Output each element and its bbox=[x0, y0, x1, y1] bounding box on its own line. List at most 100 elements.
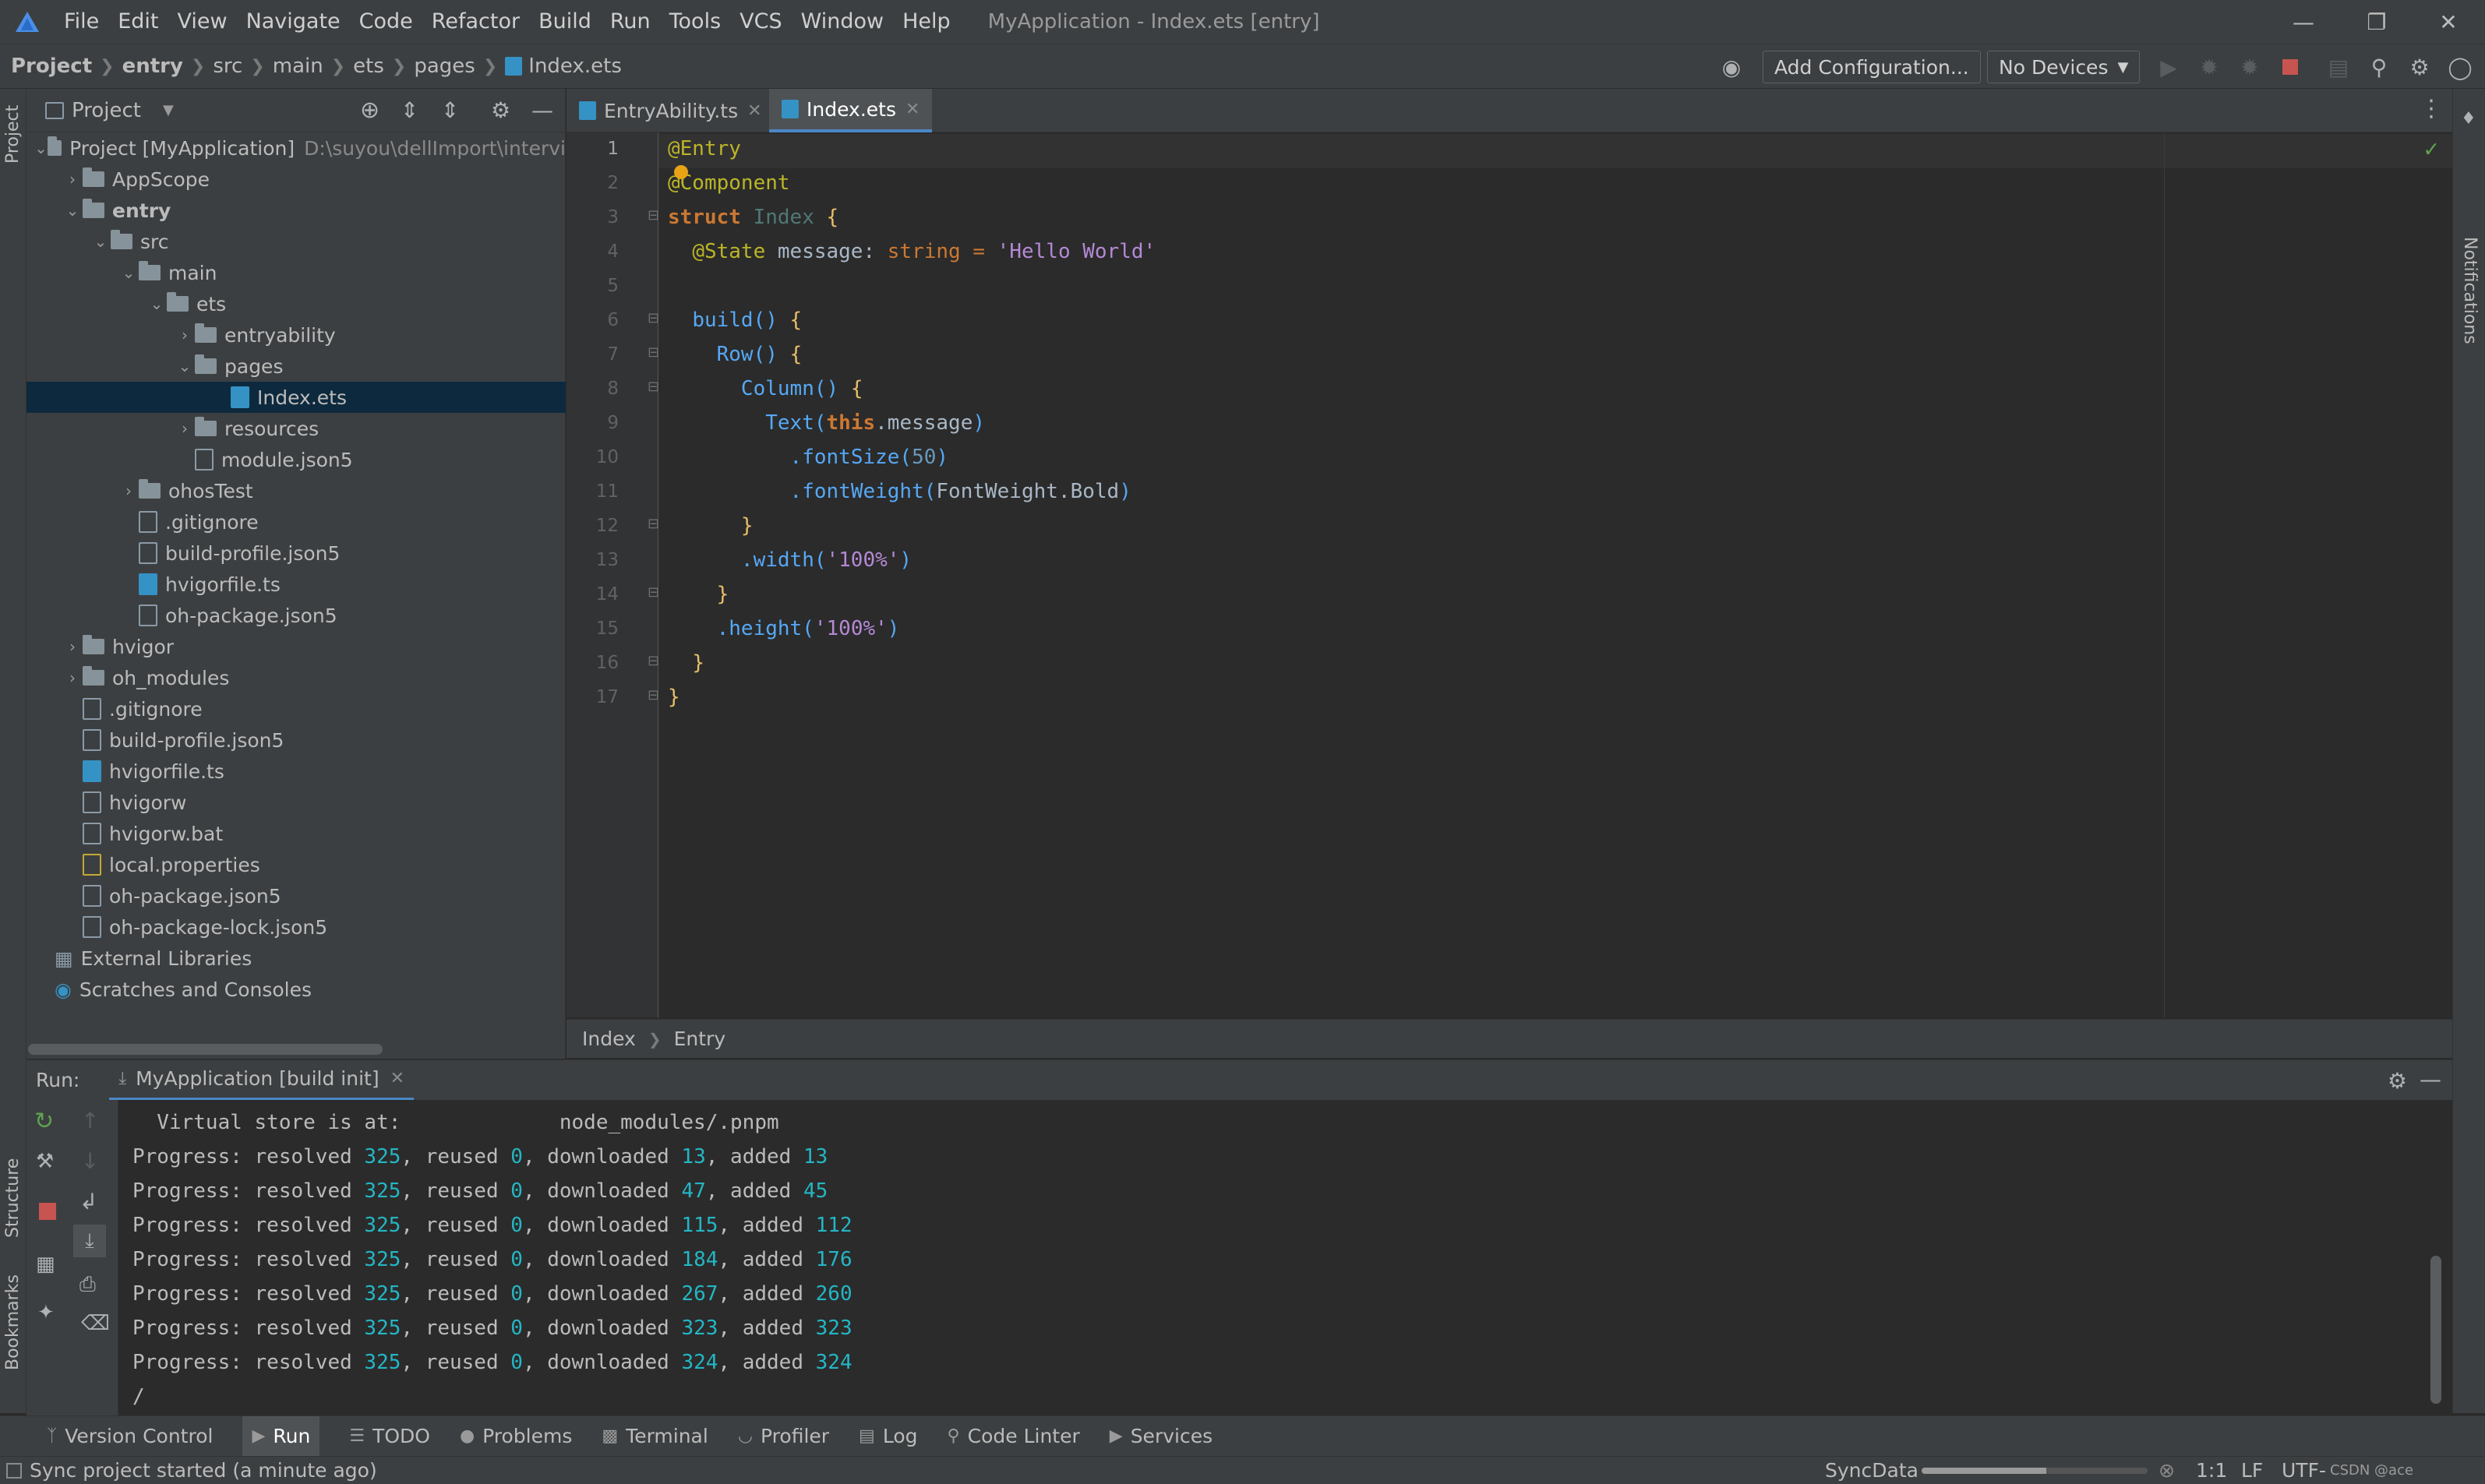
tree-row-local-properties[interactable]: local.properties bbox=[26, 849, 566, 880]
breadcrumb-ets[interactable]: ets bbox=[353, 55, 384, 78]
tool-code-linter[interactable]: ⚲ Code Linter bbox=[948, 1425, 1080, 1447]
chevron-right-icon[interactable]: › bbox=[118, 481, 139, 500]
restore-icon[interactable]: ❐ bbox=[2340, 0, 2413, 44]
fold-marker-icon[interactable]: ⊟ bbox=[648, 516, 659, 532]
chevron-down-icon[interactable]: ⌄ bbox=[34, 139, 48, 157]
menu-edit[interactable]: Edit bbox=[108, 0, 168, 44]
gear-icon[interactable]: ⚙ bbox=[491, 97, 510, 123]
fold-marker-icon[interactable]: ⊟ bbox=[648, 687, 659, 703]
tree-row-oh-modules[interactable]: › oh_modules bbox=[26, 662, 566, 693]
close-tab-icon[interactable]: ✕ bbox=[905, 100, 920, 119]
chevron-down-icon[interactable]: ⌄ bbox=[90, 232, 111, 251]
chevron-down-icon[interactable]: ⌄ bbox=[146, 294, 167, 313]
gear-icon[interactable]: ⚙ bbox=[2388, 1068, 2407, 1094]
tree-row-appscope[interactable]: › AppScope bbox=[26, 164, 566, 195]
tree-row-oh-package[interactable]: oh-package.json5 bbox=[26, 880, 566, 911]
debug-icon[interactable]: ✹ bbox=[2196, 54, 2222, 80]
tool-profiler[interactable]: ◡ Profiler bbox=[738, 1425, 829, 1447]
code-text[interactable]: @Entry @Component struct Index { @State … bbox=[658, 132, 2452, 1017]
breadcrumb-src[interactable]: src bbox=[213, 55, 242, 78]
menu-vcs[interactable]: VCS bbox=[730, 0, 791, 44]
menu-view[interactable]: View bbox=[168, 0, 236, 44]
tree-row-entry-hvigorfile[interactable]: hvigorfile.ts bbox=[26, 569, 566, 600]
device-manager-icon[interactable]: ▤ bbox=[2325, 54, 2352, 80]
breadcrumb-main[interactable]: main bbox=[273, 55, 323, 78]
settings-icon[interactable]: ⚙ bbox=[2406, 54, 2433, 80]
tree-row-hvigorfile[interactable]: hvigorfile.ts bbox=[26, 756, 566, 787]
tree-row-build-profile[interactable]: build-profile.json5 bbox=[26, 724, 566, 756]
run-icon[interactable]: ▶ bbox=[2155, 54, 2182, 80]
tree-row-entry-gitignore[interactable]: .gitignore bbox=[26, 506, 566, 538]
tree-row-hvigorw-bat[interactable]: hvigorw.bat bbox=[26, 818, 566, 849]
structure-tool-tab[interactable]: Structure bbox=[3, 1158, 23, 1238]
fold-marker-icon[interactable]: ⊟ bbox=[648, 344, 659, 361]
chevron-down-icon[interactable]: ⌄ bbox=[118, 263, 139, 282]
lightbulb-icon[interactable] bbox=[674, 165, 688, 179]
chevron-right-icon[interactable]: › bbox=[62, 637, 83, 656]
tree-row-entry-build-profile[interactable]: build-profile.json5 bbox=[26, 538, 566, 569]
breadcrumb-entry[interactable]: Entry bbox=[674, 1028, 726, 1050]
account-icon[interactable]: ◯ bbox=[2447, 54, 2473, 80]
menu-help[interactable]: Help bbox=[893, 0, 960, 44]
attach-debugger-icon[interactable]: ✹ bbox=[2236, 54, 2263, 80]
notifications-icon[interactable]: ♦ bbox=[2461, 109, 2476, 129]
breadcrumb-index[interactable]: Index bbox=[582, 1028, 636, 1050]
tree-row-external-libraries[interactable]: ▦ External Libraries bbox=[26, 943, 566, 974]
stop-icon[interactable] bbox=[2277, 54, 2303, 80]
tree-row-module-json5[interactable]: module.json5 bbox=[26, 444, 566, 475]
scroll-down-icon[interactable]: ↓ bbox=[81, 1148, 99, 1174]
tree-row-index-ets[interactable]: Index.ets bbox=[26, 382, 566, 413]
caret-position[interactable]: 1:1 bbox=[2196, 1459, 2227, 1482]
breadcrumb-pages[interactable]: pages bbox=[414, 55, 475, 78]
status-message[interactable]: Sync project started (a minute ago) bbox=[30, 1459, 377, 1482]
tool-version-control[interactable]: ᛉ Version Control bbox=[47, 1425, 213, 1447]
line-separator[interactable]: LF bbox=[2241, 1459, 2263, 1482]
tool-terminal[interactable]: ▩ Terminal bbox=[602, 1425, 708, 1447]
menu-refactor[interactable]: Refactor bbox=[422, 0, 529, 44]
tree-row-project-root[interactable]: ⌄ Project [MyApplication] D:\suyou\dellI… bbox=[26, 132, 566, 164]
cancel-task-icon[interactable]: ⊗ bbox=[2158, 1459, 2175, 1482]
hide-panel-icon[interactable]: — bbox=[2420, 1066, 2441, 1092]
expand-all-icon[interactable]: ⇕ bbox=[401, 97, 418, 123]
tree-row-entryability[interactable]: › entryability bbox=[26, 319, 566, 351]
tree-row-scratches[interactable]: ◉ Scratches and Consoles bbox=[26, 974, 566, 1005]
project-tool-tab[interactable]: Project bbox=[3, 105, 23, 164]
menu-navigate[interactable]: Navigate bbox=[237, 0, 350, 44]
pin-icon[interactable]: ✦ bbox=[37, 1301, 55, 1324]
tool-todo[interactable]: ☰ TODO bbox=[349, 1425, 430, 1447]
close-tab-icon[interactable]: ✕ bbox=[390, 1069, 404, 1088]
file-encoding[interactable]: UTF- bbox=[2282, 1459, 2326, 1482]
tab-index-ets[interactable]: Index.ets ✕ bbox=[769, 89, 933, 132]
menu-window[interactable]: Window bbox=[792, 0, 893, 44]
run-console[interactable]: Virtual store is at: node_modules/.pnpm … bbox=[118, 1100, 2452, 1415]
tree-row-main[interactable]: ⌄ main bbox=[26, 257, 566, 288]
tree-row-gitignore[interactable]: .gitignore bbox=[26, 693, 566, 724]
rerun-icon[interactable]: ↻ bbox=[34, 1108, 54, 1135]
tab-entryability-ts[interactable]: EntryAbility.ts ✕ bbox=[567, 89, 775, 132]
notifications-tool-tab[interactable]: Notifications bbox=[2460, 237, 2480, 344]
menu-run[interactable]: Run bbox=[601, 0, 660, 44]
tree-row-ets[interactable]: ⌄ ets bbox=[26, 288, 566, 319]
bookmarks-tool-tab[interactable]: Bookmarks bbox=[3, 1274, 23, 1370]
chevron-right-icon[interactable]: › bbox=[62, 668, 83, 687]
fold-marker-icon[interactable]: ⊟ bbox=[648, 379, 659, 395]
tree-row-entry[interactable]: ⌄ entry bbox=[26, 195, 566, 226]
menu-file[interactable]: File bbox=[55, 0, 108, 44]
scroll-up-icon[interactable]: ↑ bbox=[81, 1108, 99, 1133]
chevron-right-icon[interactable]: › bbox=[175, 419, 195, 438]
search-icon[interactable]: ⚲ bbox=[2366, 54, 2392, 80]
chevron-right-icon[interactable]: › bbox=[175, 326, 195, 344]
fold-marker-icon[interactable]: ⊟ bbox=[648, 310, 659, 326]
locate-icon[interactable]: ⊕ bbox=[360, 97, 379, 124]
tree-row-oh-package-lock[interactable]: oh-package-lock.json5 bbox=[26, 911, 566, 943]
tool-problems[interactable]: ● Problems bbox=[460, 1425, 572, 1447]
minimize-icon[interactable]: — bbox=[2267, 0, 2340, 44]
close-tab-icon[interactable]: ✕ bbox=[747, 101, 761, 121]
tool-services[interactable]: ▶ Services bbox=[1110, 1425, 1212, 1447]
tree-row-entry-oh-package[interactable]: oh-package.json5 bbox=[26, 600, 566, 631]
tree-row-hvigor[interactable]: › hvigor bbox=[26, 631, 566, 662]
horizontal-scrollbar[interactable] bbox=[28, 1044, 383, 1055]
project-panel-title[interactable]: Project bbox=[72, 99, 141, 122]
chevron-down-icon[interactable]: ⌄ bbox=[62, 201, 83, 220]
tree-row-src[interactable]: ⌄ src bbox=[26, 226, 566, 257]
